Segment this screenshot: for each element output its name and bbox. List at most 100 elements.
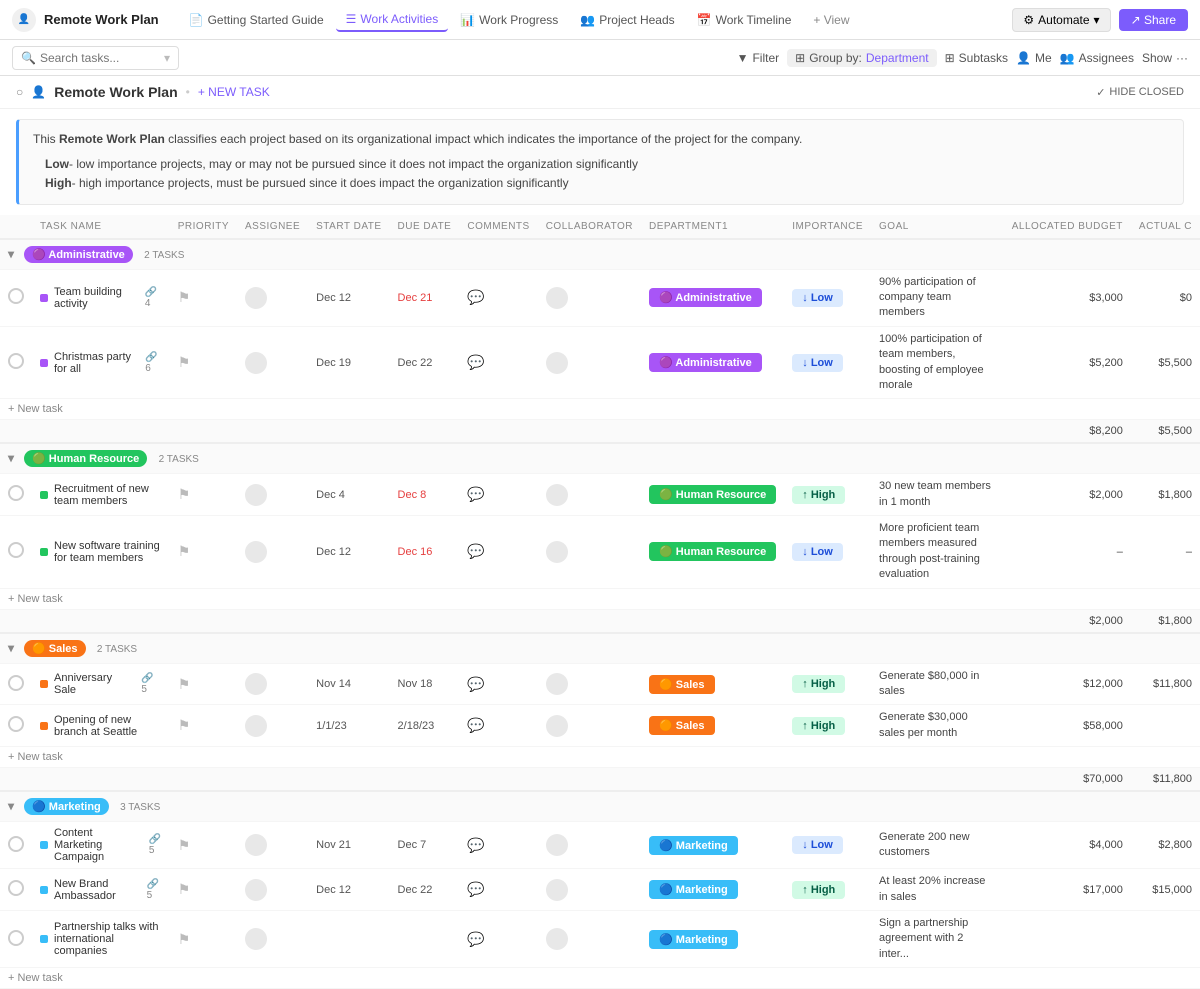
task-comments[interactable]: 💬 (459, 516, 537, 589)
nav-getting-started[interactable]: 📄 Getting Started Guide (179, 9, 334, 31)
task-name-text[interactable]: Partnership talks with international com… (54, 921, 162, 957)
add-task-link[interactable]: + New task (8, 403, 63, 415)
row-check[interactable] (0, 326, 32, 399)
task-comments[interactable]: 💬 (459, 705, 537, 747)
task-priority[interactable]: ⚑ (170, 269, 237, 326)
search-input[interactable] (40, 51, 160, 65)
task-collaborator[interactable] (538, 705, 641, 747)
task-assignee[interactable] (237, 326, 308, 399)
row-check[interactable] (0, 705, 32, 747)
task-name-text[interactable]: New software training for team members (54, 540, 162, 564)
collaborator-avatar[interactable] (546, 541, 568, 563)
task-status-icon[interactable] (8, 675, 24, 691)
comment-icon[interactable]: 💬 (467, 881, 484, 897)
task-comments[interactable]: 💬 (459, 326, 537, 399)
task-collaborator[interactable] (538, 822, 641, 869)
row-check[interactable] (0, 910, 32, 967)
task-assignee[interactable] (237, 822, 308, 869)
task-collaborator[interactable] (538, 326, 641, 399)
group-by-button[interactable]: ⊞ Group by: Department (787, 49, 936, 67)
avatar[interactable] (245, 352, 267, 374)
row-check[interactable] (0, 474, 32, 516)
nav-project-heads[interactable]: 👥 Project Heads (570, 9, 684, 31)
collapse-sales-icon[interactable]: ▾ (8, 641, 14, 655)
collaborator-avatar[interactable] (546, 673, 568, 695)
row-check[interactable] (0, 869, 32, 911)
comment-icon[interactable]: 💬 (467, 354, 484, 370)
task-comments[interactable]: 💬 (459, 269, 537, 326)
row-check[interactable] (0, 822, 32, 869)
task-assignee[interactable] (237, 910, 308, 967)
task-priority[interactable]: ⚑ (170, 326, 237, 399)
comment-icon[interactable]: 💬 (467, 543, 484, 559)
nav-work-activities[interactable]: ☰ Work Activities (336, 8, 449, 32)
priority-flag-icon[interactable]: ⚑ (178, 289, 191, 305)
collaborator-avatar[interactable] (546, 352, 568, 374)
assignees-button[interactable]: 👥 Assignees (1060, 51, 1134, 65)
task-priority[interactable]: ⚑ (170, 910, 237, 967)
collapse-human-resource-icon[interactable]: ▾ (8, 451, 14, 465)
collapse-icon[interactable]: ○ (16, 85, 23, 99)
task-priority[interactable]: ⚑ (170, 822, 237, 869)
collapse-administrative-icon[interactable]: ▾ (8, 247, 14, 261)
task-assignee[interactable] (237, 516, 308, 589)
task-status-icon[interactable] (8, 485, 24, 501)
priority-flag-icon[interactable]: ⚑ (178, 717, 191, 733)
task-collaborator[interactable] (538, 869, 641, 911)
comment-icon[interactable]: 💬 (467, 289, 484, 305)
new-task-button[interactable]: + NEW TASK (198, 85, 270, 99)
priority-flag-icon[interactable]: ⚑ (178, 676, 191, 692)
row-check[interactable] (0, 269, 32, 326)
priority-flag-icon[interactable]: ⚑ (178, 881, 191, 897)
task-collaborator[interactable] (538, 474, 641, 516)
add-task-link[interactable]: + New task (8, 751, 63, 763)
nav-work-timeline[interactable]: 📅 Work Timeline (687, 9, 802, 31)
task-status-icon[interactable] (8, 836, 24, 852)
row-check[interactable] (0, 663, 32, 705)
comment-icon[interactable]: 💬 (467, 676, 484, 692)
share-button[interactable]: ↗ Share (1119, 9, 1188, 31)
avatar[interactable] (245, 673, 267, 695)
task-collaborator[interactable] (538, 910, 641, 967)
comment-icon[interactable]: 💬 (467, 931, 484, 947)
avatar[interactable] (245, 879, 267, 901)
avatar[interactable] (245, 928, 267, 950)
task-priority[interactable]: ⚑ (170, 474, 237, 516)
nav-add-view[interactable]: + View (803, 9, 859, 31)
comment-icon[interactable]: 💬 (467, 837, 484, 853)
task-name-text[interactable]: Recruitment of new team members (54, 483, 162, 507)
task-comments[interactable]: 💬 (459, 663, 537, 705)
collaborator-avatar[interactable] (546, 484, 568, 506)
task-collaborator[interactable] (538, 663, 641, 705)
priority-flag-icon[interactable]: ⚑ (178, 837, 191, 853)
avatar[interactable] (245, 287, 267, 309)
add-task-link[interactable]: + New task (8, 972, 63, 984)
priority-flag-icon[interactable]: ⚑ (178, 931, 191, 947)
task-status-icon[interactable] (8, 288, 24, 304)
task-collaborator[interactable] (538, 269, 641, 326)
task-name-text[interactable]: Anniversary Sale (54, 672, 135, 696)
task-comments[interactable]: 💬 (459, 869, 537, 911)
task-status-icon[interactable] (8, 930, 24, 946)
task-priority[interactable]: ⚑ (170, 663, 237, 705)
hide-closed-button[interactable]: ✓ HIDE CLOSED (1096, 86, 1184, 99)
comment-icon[interactable]: 💬 (467, 717, 484, 733)
collaborator-avatar[interactable] (546, 879, 568, 901)
collaborator-avatar[interactable] (546, 834, 568, 856)
task-status-icon[interactable] (8, 542, 24, 558)
task-collaborator[interactable] (538, 516, 641, 589)
subtasks-button[interactable]: ⊞ Subtasks (945, 51, 1008, 65)
collapse-marketing-icon[interactable]: ▾ (8, 799, 14, 813)
task-status-icon[interactable] (8, 353, 24, 369)
task-comments[interactable]: 💬 (459, 822, 537, 869)
avatar[interactable] (245, 715, 267, 737)
priority-flag-icon[interactable]: ⚑ (178, 543, 191, 559)
task-assignee[interactable] (237, 474, 308, 516)
task-status-icon[interactable] (8, 716, 24, 732)
collaborator-avatar[interactable] (546, 928, 568, 950)
nav-work-progress[interactable]: 📊 Work Progress (450, 9, 568, 31)
task-name-text[interactable]: Christmas party for all (54, 351, 139, 375)
avatar[interactable] (245, 834, 267, 856)
task-assignee[interactable] (237, 869, 308, 911)
me-button[interactable]: 👤 Me (1016, 51, 1052, 65)
